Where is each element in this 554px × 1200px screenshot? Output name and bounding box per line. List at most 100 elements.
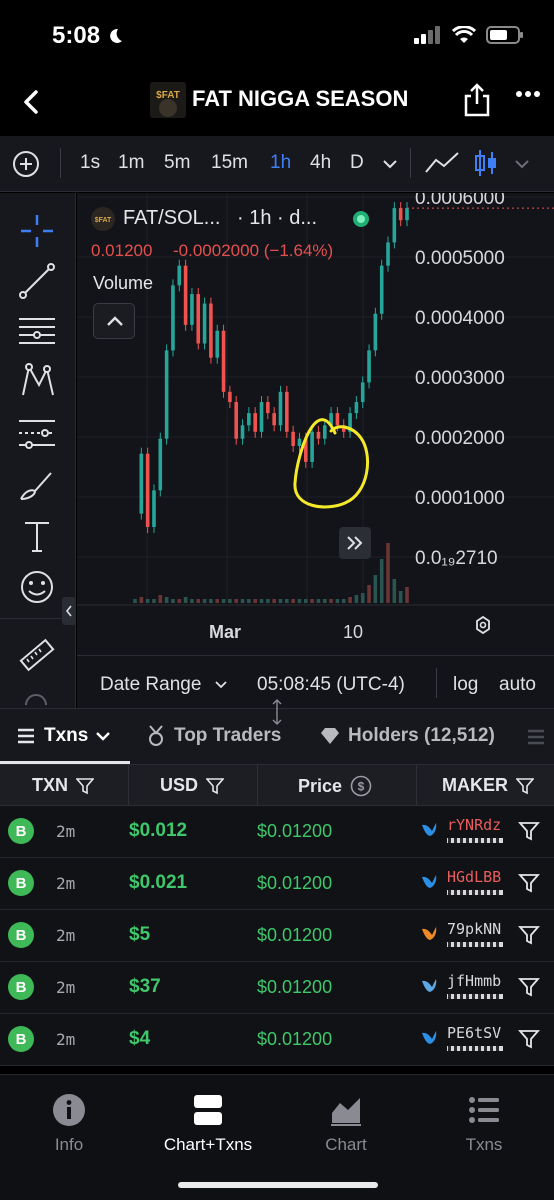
chevron-down-icon[interactable] [383,160,397,169]
text-tool-icon[interactable] [17,517,57,557]
maker-holding-bar [447,890,503,895]
chart-canvas[interactable]: 0.0006000 0.0005000 0.0004000 0.0003000 0.00… [77,193,554,655]
more-icon[interactable] [515,90,541,98]
nav-chart-label: Chart [325,1135,367,1154]
page-title: FAT NIGGA SEASON [192,86,409,111]
candle [291,431,295,446]
table-row[interactable]: B 2m $5 $0.01200 79pkNN [0,910,554,962]
add-indicator-icon[interactable] [12,150,40,178]
txn-usd: $4 [129,1028,151,1049]
nav-info[interactable]: Info [0,1093,138,1155]
txn-type-badge: B [8,1026,34,1052]
txn-table-header: TXN USD Price $ MAKER [0,764,554,807]
signal-icon [414,26,440,44]
auto-scale-toggle[interactable]: auto [499,674,536,696]
y-tick-label: 0.0001000 [415,488,505,509]
maker-address[interactable]: rYNRdz [447,816,501,834]
token-logo: $FAT [150,82,186,118]
pattern-icon[interactable] [17,361,57,401]
txn-age: 2m [56,874,76,893]
crosshair-icon[interactable] [17,211,57,251]
horizontal-lines-icon[interactable] [17,311,57,351]
timeframe-1h[interactable]: 1h [270,152,291,174]
chevron-down-icon[interactable] [215,681,227,689]
candle [316,431,321,439]
filter-icon [516,777,534,794]
tab-top-traders[interactable]: Top Traders [146,725,281,747]
ruler-icon[interactable] [17,635,57,675]
filter-icon[interactable] [518,820,540,842]
header-txn[interactable]: TXN [32,775,94,796]
maker-address[interactable]: jfHmmb [447,972,501,990]
timeframe-d[interactable]: D [350,152,364,174]
volume-bar [266,599,270,603]
resize-handle-icon[interactable] [270,699,284,725]
maker-address[interactable]: PE6tSV [447,1024,501,1042]
candles-icon[interactable] [474,148,498,178]
volume-bar [285,599,289,603]
header-usd[interactable]: USD [160,775,225,796]
collapse-toolbar-icon[interactable] [62,597,76,625]
volume-bar [145,599,150,603]
table-row[interactable]: B 2m $37 $0.01200 jfHmmb [0,962,554,1014]
magnet-icon[interactable] [24,691,48,705]
nav-txns-label: Txns [465,1135,503,1154]
axis-settings-icon-center [479,621,487,629]
share-icon[interactable] [462,82,492,118]
home-indicator [178,1182,378,1188]
scroll-to-latest-button[interactable] [339,527,371,559]
currency-toggle-icon: $ [350,775,372,797]
price-chart[interactable]: 0.0006000 0.0005000 0.0004000 0.0003000 0.00… [77,193,554,655]
nav-chart[interactable]: Chart [277,1093,415,1155]
candle [139,453,144,514]
emoji-icon[interactable] [17,567,57,607]
tab-top-traders-label: Top Traders [174,725,282,746]
date-range-button[interactable]: Date Range [100,674,201,696]
table-row[interactable]: B 2m $0.012 $0.01200 rYNRdz [0,806,554,858]
log-scale-toggle[interactable]: log [453,674,478,696]
chevron-down-icon[interactable] [515,160,529,169]
filter-icon[interactable] [518,1028,540,1050]
menu-icon [18,728,34,744]
timeframe-1m[interactable]: 1m [118,152,144,174]
time-text: 5:08 [52,22,101,49]
collapse-legend-button[interactable] [93,303,135,339]
filter-icon[interactable] [518,976,540,998]
prediction-icon[interactable] [17,413,57,453]
chart-txns-icon [194,1095,222,1125]
table-row[interactable]: B 2m $0.021 $0.01200 HGdLBB [0,858,554,910]
volume-bar [329,599,333,603]
maker-address[interactable]: 79pkNN [447,920,501,938]
candle [158,438,163,491]
candle [221,330,226,392]
svg-text:$FAT: $FAT [156,90,180,101]
filter-icon[interactable] [518,872,540,894]
wallet-source-icon [422,1031,437,1044]
filter-icon[interactable] [518,924,540,946]
nav-chart-txns[interactable]: Chart+Txns [139,1093,277,1155]
volume-bar [215,599,220,603]
header-price[interactable]: Price $ [298,775,372,797]
txn-price: $0.01200 [257,925,333,945]
tab-holders[interactable]: Holders (12,512) [320,725,495,747]
timeframe-4h[interactable]: 4h [310,152,331,174]
timeframe-1s[interactable]: 1s [80,152,100,174]
maker-address[interactable]: HGdLBB [447,868,501,886]
volume-bar [196,599,201,603]
line-chart-icon[interactable] [424,150,460,176]
axis-settings-icon [476,615,490,635]
toolbar-divider [0,618,76,619]
table-row[interactable]: B 2m $4 $0.01200 PE6tSV [0,1014,554,1066]
tab-txns[interactable]: Txns [16,725,111,747]
timeframe-5m[interactable]: 5m [164,152,190,174]
back-icon[interactable] [16,86,48,118]
drawing-toolbar [0,193,76,708]
trend-line-icon[interactable] [17,261,57,301]
timeframe-15m[interactable]: 15m [211,152,248,174]
more-tabs-icon[interactable] [526,729,546,745]
candle [373,313,378,351]
volume-bar [158,595,163,603]
nav-txns[interactable]: Txns [415,1093,553,1155]
header-maker[interactable]: MAKER [442,775,534,796]
brush-icon[interactable] [17,465,57,505]
